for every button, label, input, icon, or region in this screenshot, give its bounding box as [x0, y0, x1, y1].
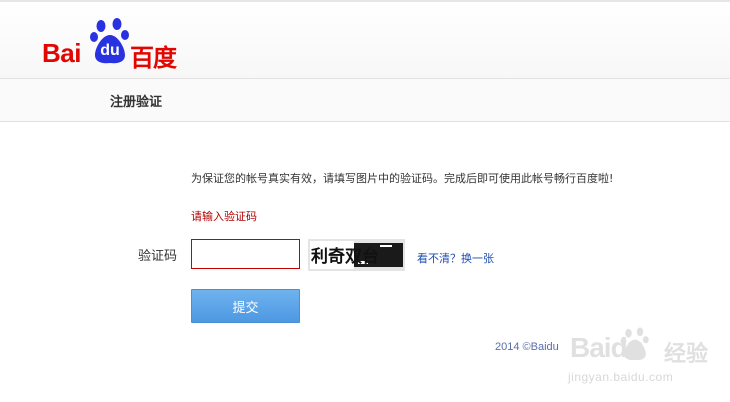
submit-button[interactable]: 提交 [191, 289, 300, 323]
watermark-url: jingyan.baidu.com [568, 370, 674, 384]
logo-du-text: du [100, 42, 120, 59]
subheader-bar: 注册验证 [0, 79, 730, 122]
notice-text: 为保证您的帐号真实有效，请填写图片中的验证码。完成后即可使用此帐号畅行百度啦! [191, 172, 614, 185]
captcha-input[interactable] [191, 239, 300, 269]
refresh-captcha-link[interactable]: 看不清？换一张 [417, 250, 494, 266]
page-title: 注册验证 [110, 95, 163, 110]
captcha-glyphs: 利奇双台 [311, 246, 379, 267]
baidu-jingyan-watermark: Baidu 经验 jingyan.baidu.com [560, 318, 730, 402]
watermark-paw-icon [620, 327, 649, 361]
logo-chinese-text: 百度 [130, 44, 177, 72]
watermark-chinese: 经验 [664, 342, 709, 367]
logo-latin-text: Bai [42, 38, 81, 68]
captcha-label: 验证码 [138, 249, 178, 264]
error-message: 请输入验证码 [191, 210, 257, 223]
captcha-image[interactable]: 利奇双台 [308, 239, 405, 271]
copyright-text: 2014 ©Baidu [495, 341, 559, 353]
baidu-logo[interactable]: Bai du 百度 [40, 16, 190, 72]
header: Bai du 百度 [0, 2, 730, 79]
